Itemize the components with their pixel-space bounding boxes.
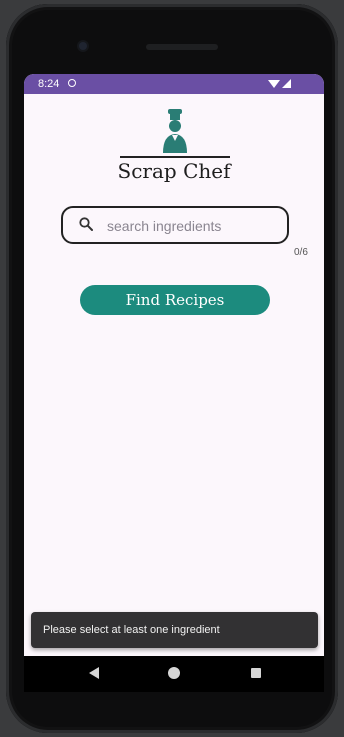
app-logo: Scrap Chef <box>24 104 324 184</box>
signal-icon <box>282 79 291 88</box>
search-icon <box>79 217 93 231</box>
status-time: 8:24 <box>38 78 60 90</box>
app-screen: 8:24 Scrap Chef 0/6 Find Recipes Please … <box>24 74 324 656</box>
home-icon[interactable] <box>168 667 180 679</box>
front-camera <box>79 42 87 50</box>
find-recipes-button[interactable]: Find Recipes <box>80 285 270 315</box>
logo-divider <box>120 156 230 158</box>
recents-icon[interactable] <box>251 668 261 678</box>
search-box[interactable] <box>61 206 289 244</box>
search-input[interactable] <box>105 214 279 238</box>
ingredient-counter: 0/6 <box>294 247 308 258</box>
snackbar-message: Please select at least one ingredient <box>43 624 220 636</box>
wifi-icon <box>268 80 280 88</box>
system-nav-bar <box>24 656 324 692</box>
snackbar: Please select at least one ingredient <box>31 612 318 648</box>
earpiece-speaker <box>146 44 218 50</box>
status-bar: 8:24 <box>24 74 324 94</box>
back-icon[interactable] <box>89 667 99 679</box>
app-title: Scrap Chef <box>117 159 231 183</box>
chef-icon <box>163 109 187 153</box>
notification-icon <box>68 79 76 87</box>
